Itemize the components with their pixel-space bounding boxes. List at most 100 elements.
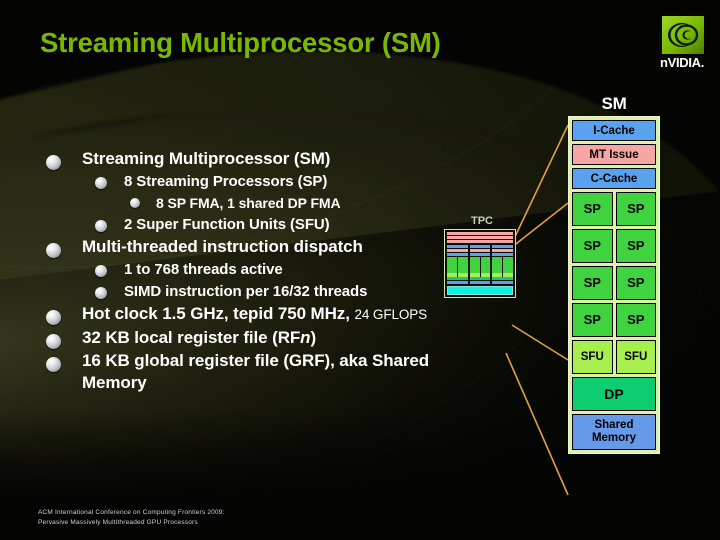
tpc-icache-bar (447, 245, 468, 248)
sm-cell-dp: DP (572, 377, 656, 411)
sm-sp-row: SP SP (572, 192, 656, 226)
tpc-sm-column (492, 245, 514, 284)
sm-cell-sfu: SFU (572, 340, 613, 374)
tpc-sp-row (492, 265, 514, 272)
tpc-ccache-bar (469, 253, 491, 256)
sm-cell-ccache: C-Cache (572, 168, 656, 189)
sm-box: I-Cache MT Issue C-Cache SP SP SP SP SP … (568, 116, 660, 454)
tpc-sp-row (447, 261, 468, 268)
bullet-point-icon (95, 265, 107, 277)
sm-cell-sp: SP (572, 266, 613, 300)
sm-cell-icache: I-Cache (572, 120, 656, 141)
tpc-sp-row (492, 261, 514, 268)
sm-block: SM I-Cache MT Issue C-Cache SP SP SP SP … (568, 95, 660, 454)
footer-line-2: Pervasive Massively Multithreaded GPU Pr… (38, 519, 198, 526)
bullet-point-icon (95, 177, 107, 189)
tpc-sp-row (469, 261, 491, 268)
sm-sp-row: SP SP (572, 229, 656, 263)
tpc-shared-bar (492, 281, 514, 284)
bullet-text-main: Hot clock 1.5 GHz, tepid 750 MHz, (82, 304, 355, 323)
bullet-point-icon (46, 243, 61, 258)
sm-cell-sp: SP (615, 303, 656, 337)
bullet-text: Hot clock 1.5 GHz, tepid 750 MHz, 24 GFL… (82, 303, 438, 326)
bullet-text-main: 32 KB local register file (RF (82, 328, 301, 347)
sm-label: SM (601, 94, 627, 113)
tpc-texture-unit-bar (447, 286, 513, 295)
sm-sp-row: SP SP (572, 303, 656, 337)
bullet-item: 16 KB global register file (GRF), aka Sh… (38, 350, 438, 394)
sm-cell-shared-memory: Shared Memory (572, 414, 656, 450)
tpc-bar (447, 240, 513, 243)
tpc-sp-row (469, 265, 491, 272)
sm-cell-sp: SP (615, 192, 656, 226)
bullet-item: 8 SP FMA, 1 shared DP FMA (38, 193, 438, 213)
tpc-dp-bar (447, 277, 468, 280)
bullet-item: 2 Super Function Units (SFU) (38, 214, 438, 235)
sm-cell-sp: SP (615, 229, 656, 263)
bullet-item: Streaming Multiprocessor (SM) (38, 148, 438, 170)
bullet-point-icon (46, 155, 61, 170)
tpc-sfu-row (469, 273, 491, 280)
footer: ACM International Conference on Computin… (38, 508, 225, 528)
sm-cell-sp: SP (572, 303, 613, 337)
bullet-item: Hot clock 1.5 GHz, tepid 750 MHz, 24 GFL… (38, 303, 438, 326)
bullet-text: 1 to 768 threads active (124, 261, 283, 278)
tpc-sfu-row (447, 273, 468, 280)
tpc-sfu-row (492, 273, 514, 280)
tpc-mtissue-bar (492, 249, 514, 252)
bullet-point-icon (95, 287, 107, 299)
bullet-text: Streaming Multiprocessor (SM) (82, 149, 331, 168)
bullet-item: 32 KB local register file (RFn) (38, 327, 438, 349)
tpc-bar (447, 236, 513, 239)
bullet-point-icon (46, 334, 61, 349)
tpc-ccache-bar (447, 253, 468, 256)
tpc-ccache-bar (492, 253, 514, 256)
tpc-mtissue-bar (447, 249, 468, 252)
tpc-header-bars (447, 232, 513, 243)
sm-sfu-row: SFU SFU (572, 340, 656, 374)
tpc-sp-row (469, 269, 491, 276)
footer-line-1: ACM International Conference on Computin… (38, 509, 225, 516)
nvidia-logo: nVIDIA. (651, 16, 713, 74)
bullet-point-icon (130, 198, 140, 208)
sm-cell-mt-issue: MT Issue (572, 144, 656, 165)
tpc-sp-row (469, 257, 491, 264)
bullet-text-tail: ) (310, 328, 317, 347)
bullet-list: Streaming Multiprocessor (SM) 8 Streamin… (38, 148, 438, 395)
bullet-item: SIMD instruction per 16/32 threads (38, 281, 438, 302)
sm-cell-sp: SP (572, 229, 613, 263)
bullet-point-icon (46, 310, 61, 325)
page-title: Streaming Multiprocessor (SM) (40, 27, 441, 58)
bullet-point-icon (46, 357, 61, 372)
tpc-sp-row (447, 269, 468, 276)
tpc-sm-column (469, 245, 491, 284)
tpc-sp-row (492, 269, 514, 276)
tpc-shared-bar (469, 281, 491, 284)
tpc-sp-row (447, 257, 468, 264)
tpc-dp-bar (492, 277, 514, 280)
bullet-text: 8 Streaming Processors (SP) (124, 173, 328, 190)
tpc-shared-bar (447, 281, 468, 284)
sm-cell-sp: SP (572, 192, 613, 226)
bullet-text: Multi-threaded instruction dispatch (82, 237, 363, 256)
tpc-icache-bar (492, 245, 514, 248)
nvidia-wordmark: nVIDIA. (659, 55, 705, 70)
sm-cell-sp: SP (615, 266, 656, 300)
bullet-item: 1 to 768 threads active (38, 259, 438, 280)
tpc-sm-column (447, 245, 468, 284)
tpc-label: TPC (471, 215, 493, 227)
bullet-item: 8 Streaming Processors (SP) (38, 171, 438, 192)
tpc-icache-bar (469, 245, 491, 248)
tpc-bar (447, 232, 513, 235)
bullet-text: 32 KB local register file (RFn) (82, 327, 438, 349)
sm-sp-row: SP SP (572, 266, 656, 300)
nvidia-eye-icon (662, 16, 704, 54)
sm-cell-sfu: SFU (615, 340, 656, 374)
bullet-text: 16 KB global register file (GRF), aka Sh… (82, 351, 430, 392)
tpc-sm-columns (447, 245, 514, 284)
bullet-text: 8 SP FMA, 1 shared DP FMA (156, 195, 341, 211)
bullet-text: 2 Super Function Units (SFU) (124, 216, 330, 233)
bullet-text: SIMD instruction per 16/32 threads (124, 283, 368, 300)
bullet-text-italic: n (300, 328, 311, 347)
bullet-text-emphasis: 24 GFLOPS (354, 307, 428, 322)
